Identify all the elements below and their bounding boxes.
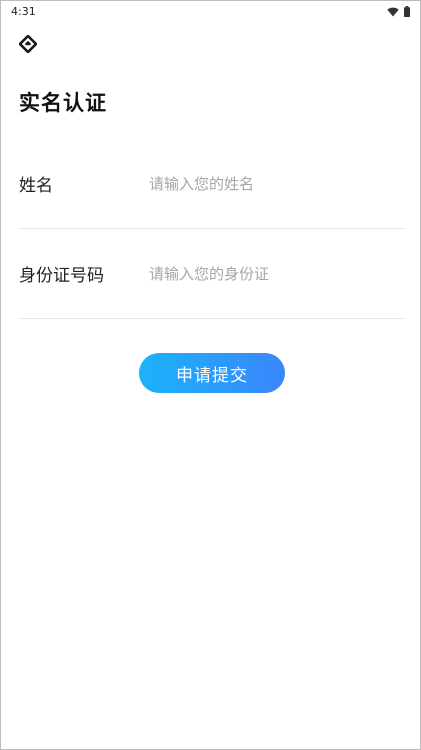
wifi-icon — [387, 2, 399, 21]
status-time: 4:31 — [11, 4, 36, 18]
app-screen: 4:31 实名认证 姓名 请输入您的姓名 身份证号码 请输入您的身份证 申请提交 — [0, 0, 421, 750]
back-diamond-icon — [18, 34, 38, 57]
id-number-label: 身份证号码 — [19, 266, 104, 286]
back-button[interactable] — [17, 34, 39, 57]
submit-button[interactable]: 申请提交 — [139, 353, 285, 393]
battery-icon — [404, 2, 410, 21]
id-number-input[interactable] — [149, 264, 405, 283]
status-icons — [387, 2, 410, 21]
name-label: 姓名 — [19, 176, 53, 196]
page-title: 实名认证 — [19, 91, 107, 115]
name-input[interactable] — [149, 174, 405, 193]
id-number-row: 身份证号码 — [19, 229, 405, 319]
name-row: 姓名 — [19, 139, 405, 229]
status-bar: 4:31 — [1, 1, 420, 21]
